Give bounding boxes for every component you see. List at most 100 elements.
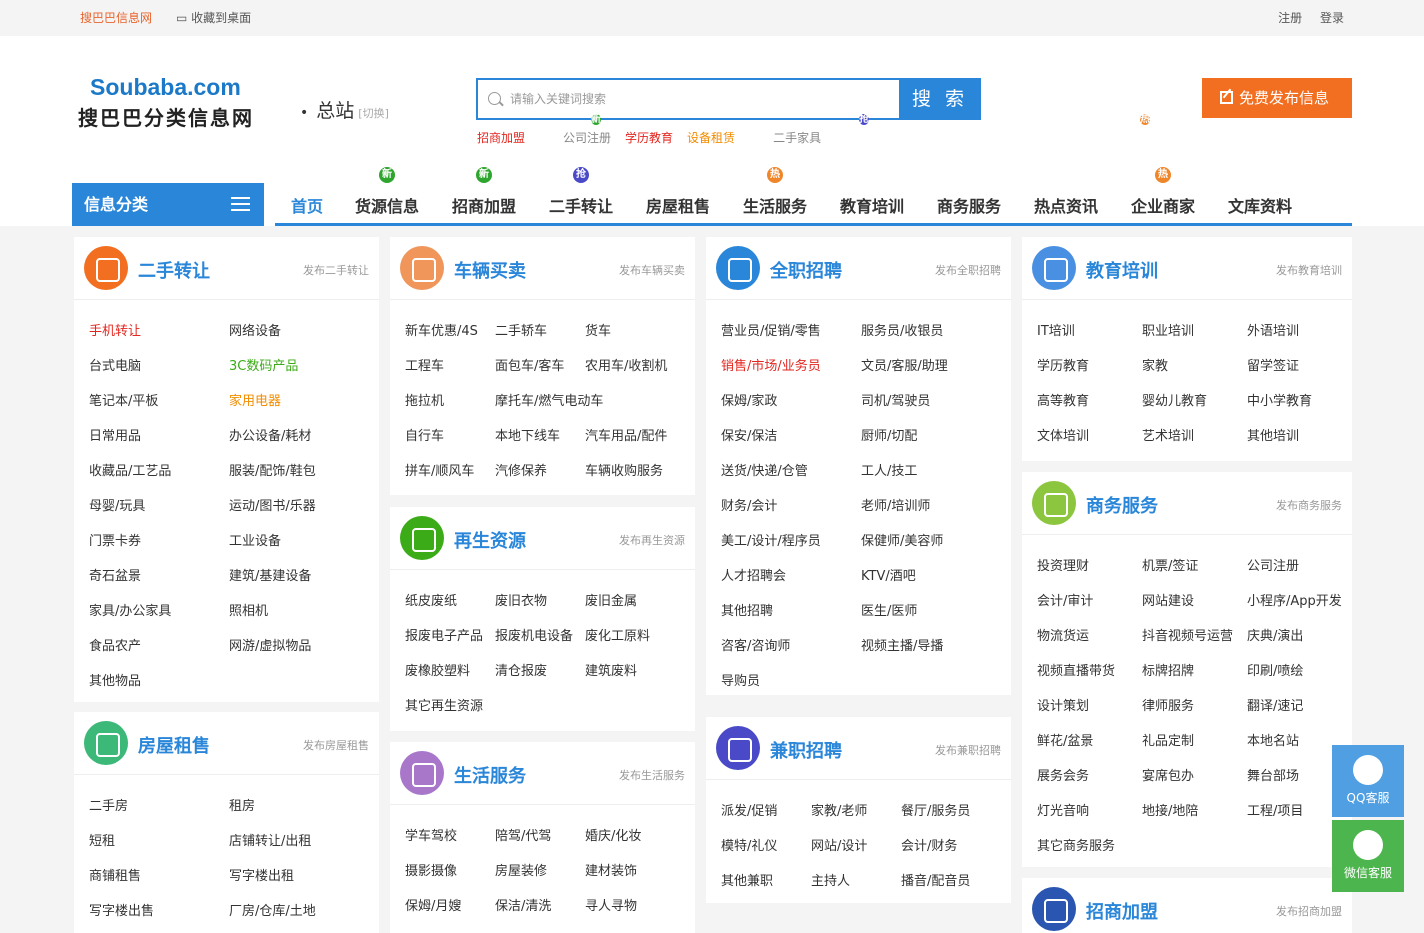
category-link[interactable]: 网站建设 (1142, 590, 1194, 609)
category-link[interactable]: 标牌招牌 (1142, 660, 1194, 679)
category-link[interactable]: 废橡胶塑料 (405, 660, 470, 679)
nav-item[interactable]: 文库资料 (1228, 193, 1292, 217)
category-link[interactable]: 送货/快递/仓管 (721, 460, 808, 479)
category-link[interactable]: 保姆/家政 (721, 390, 777, 409)
category-link[interactable]: 婚庆/化妆 (585, 825, 641, 844)
category-link[interactable]: 机票/签证 (1142, 555, 1198, 574)
category-link[interactable]: 设计策划 (1037, 695, 1089, 714)
category-link[interactable]: 建材装饰 (585, 860, 637, 879)
category-link[interactable]: 留学签证 (1247, 355, 1299, 374)
category-link[interactable]: 其它再生资源 (405, 695, 483, 714)
category-link[interactable]: 会计/审计 (1037, 590, 1093, 609)
register-link[interactable]: 注册 (1278, 11, 1302, 25)
category-link[interactable]: 视频主播/导播 (861, 635, 943, 654)
login-link[interactable]: 登录 (1320, 11, 1344, 25)
category-link[interactable]: IT培训 (1037, 320, 1075, 339)
category-link[interactable]: 投资理财 (1037, 555, 1089, 574)
category-link[interactable]: 翻译/速记 (1247, 695, 1303, 714)
category-link[interactable]: 咨客/咨询师 (721, 635, 790, 654)
publish-free-button[interactable]: 免费发布信息 (1202, 78, 1352, 118)
search-button[interactable]: 搜 索 (899, 78, 981, 120)
category-link[interactable]: 导购员 (721, 670, 760, 689)
category-link[interactable]: 餐厅/服务员 (901, 800, 970, 819)
nav-item[interactable]: 房屋租售 (646, 193, 710, 217)
bookmark-link[interactable]: ▭ 收藏到桌面 (176, 9, 251, 26)
panel-publish-link[interactable]: 发布再生资源 (619, 532, 685, 548)
category-link[interactable]: 写字楼出售 (89, 900, 154, 919)
panel-publish-link[interactable]: 发布二手转让 (303, 262, 369, 278)
category-link[interactable]: 日常用品 (89, 425, 141, 444)
panel-publish-link[interactable]: 发布生活服务 (619, 767, 685, 783)
nav-item[interactable]: 首页 (291, 193, 323, 217)
category-link[interactable]: 汽修保养 (495, 460, 547, 479)
category-link[interactable]: 写字楼出租 (229, 865, 294, 884)
category-link[interactable]: 店铺转让/出租 (229, 830, 311, 849)
category-link[interactable]: 抖音视频号运营 (1142, 625, 1233, 644)
panel-title-link[interactable]: 商务服务 (1086, 492, 1158, 518)
category-link[interactable]: 租房 (229, 795, 255, 814)
category-link[interactable]: 物流货运 (1037, 625, 1089, 644)
category-link[interactable]: 本地名站 (1247, 730, 1299, 749)
category-link[interactable]: 工业设备 (229, 530, 281, 549)
category-link[interactable]: 营业员/促销/零售 (721, 320, 821, 339)
category-link[interactable]: 中小学教育 (1247, 390, 1312, 409)
panel-publish-link[interactable]: 发布兼职招聘 (935, 742, 1001, 758)
category-link[interactable]: 家用电器 (229, 390, 281, 409)
category-link[interactable]: 宴席包办 (1142, 765, 1194, 784)
panel-publish-link[interactable]: 发布房屋租售 (303, 737, 369, 753)
category-link[interactable]: 网络设备 (229, 320, 281, 339)
category-link[interactable]: 建筑/基建设备 (229, 565, 311, 584)
panel-publish-link[interactable]: 发布车辆买卖 (619, 262, 685, 278)
category-link[interactable]: 短租 (89, 830, 115, 849)
panel-title-link[interactable]: 再生资源 (454, 527, 526, 553)
category-link[interactable]: 灯光音响 (1037, 800, 1089, 819)
category-link[interactable]: 拖拉机 (405, 390, 444, 409)
category-link[interactable]: 展务会务 (1037, 765, 1089, 784)
category-link[interactable]: 车辆收购服务 (585, 460, 663, 479)
category-link[interactable]: 工程车 (405, 355, 444, 374)
category-link[interactable]: 二手房 (89, 795, 128, 814)
category-link[interactable]: 货车 (585, 320, 611, 339)
nav-item[interactable]: 企业商家热 (1131, 167, 1195, 217)
category-link[interactable]: 保姆/月嫂 (405, 895, 461, 914)
category-link[interactable]: 保洁/清洗 (495, 895, 551, 914)
category-link[interactable]: 面包车/客车 (495, 355, 564, 374)
search-input[interactable] (510, 88, 890, 110)
category-link[interactable]: 服装/配饰/鞋包 (229, 460, 316, 479)
category-link[interactable]: 舞台部场 (1247, 765, 1299, 784)
category-link[interactable]: 文体培训 (1037, 425, 1089, 444)
category-link[interactable]: 服务员/收银员 (861, 320, 943, 339)
category-link[interactable]: 办公设备/耗材 (229, 425, 311, 444)
station-switch-link[interactable]: [切换] (358, 107, 389, 120)
category-link[interactable]: 医生/医师 (861, 600, 917, 619)
nav-item[interactable]: 货源信息新 (355, 167, 419, 217)
panel-title-link[interactable]: 房屋租售 (138, 732, 210, 758)
panel-title-link[interactable]: 生活服务 (454, 762, 526, 788)
category-link[interactable]: 人才招聘会 (721, 565, 786, 584)
category-link[interactable]: 手机转让 (89, 320, 141, 339)
category-link[interactable]: 房屋装修 (495, 860, 547, 879)
category-link[interactable]: 自行车 (405, 425, 444, 444)
category-link[interactable]: 运动/图书/乐器 (229, 495, 316, 514)
category-link[interactable]: 家具/办公家具 (89, 600, 171, 619)
category-link[interactable]: 模特/礼仪 (721, 835, 777, 854)
category-link[interactable]: 收藏品/工艺品 (89, 460, 171, 479)
category-link[interactable]: 地接/地陪 (1142, 800, 1198, 819)
wechat-service-button[interactable]: 微信客服 (1332, 820, 1404, 892)
hot-keyword-link[interactable]: 招商加盟 (477, 131, 525, 145)
panel-publish-link[interactable]: 发布教育培训 (1276, 262, 1342, 278)
nav-item[interactable]: 教育培训 (840, 193, 904, 217)
category-link[interactable]: 庆典/演出 (1247, 625, 1303, 644)
category-link[interactable]: 建筑废料 (585, 660, 637, 679)
category-link[interactable]: 外语培训 (1247, 320, 1299, 339)
nav-item[interactable]: 商务服务 (937, 193, 1001, 217)
category-link[interactable]: 农用车/收割机 (585, 355, 667, 374)
panel-title-link[interactable]: 教育培训 (1086, 257, 1158, 283)
category-link[interactable]: 报废机电设备 (495, 625, 573, 644)
category-link[interactable]: 高等教育 (1037, 390, 1089, 409)
category-link[interactable]: 工程/项目 (1247, 800, 1303, 819)
category-link[interactable]: 学车驾校 (405, 825, 457, 844)
category-link[interactable]: 美工/设计/程序员 (721, 530, 821, 549)
category-link[interactable]: 母婴/玩具 (89, 495, 145, 514)
category-link[interactable]: 其他物品 (89, 670, 141, 689)
